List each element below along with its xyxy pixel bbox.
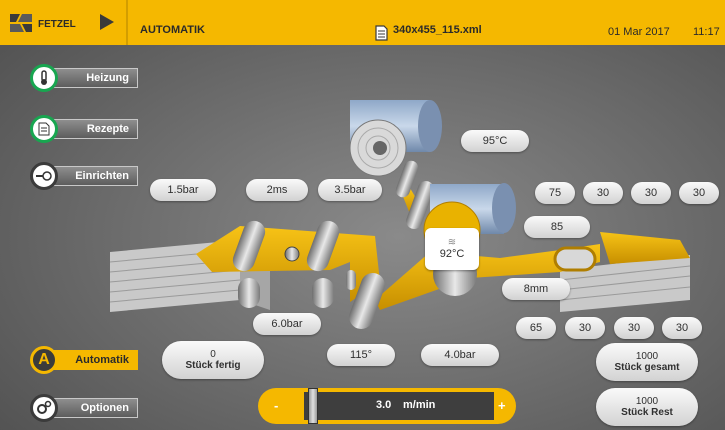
- setting-top-4[interactable]: 30: [679, 182, 719, 204]
- heat-wave-icon: ≋: [447, 237, 457, 248]
- counter-gesamt-value: 1000: [635, 351, 659, 362]
- roller-temperature: 92°C: [439, 248, 465, 260]
- speed-decrease-button[interactable]: -: [274, 398, 278, 413]
- time-1[interactable]: 2ms: [246, 179, 308, 201]
- pressure-2[interactable]: 3.5bar: [318, 179, 382, 201]
- speed-value: 3.0: [376, 399, 392, 411]
- optionen-button[interactable]: Optionen: [26, 394, 138, 422]
- counter-rest-label: Stück Rest: [621, 407, 673, 418]
- setting-bottom-3[interactable]: 30: [614, 317, 654, 339]
- einrichten-label: Einrichten: [48, 166, 138, 186]
- thermometer-icon: [30, 64, 58, 92]
- rezepte-label: Rezepte: [48, 119, 138, 139]
- rezepte-button[interactable]: Rezepte: [26, 115, 138, 143]
- einrichten-button[interactable]: Einrichten: [26, 162, 138, 190]
- setting-bottom-2[interactable]: 30: [565, 317, 605, 339]
- pressure-1[interactable]: 1.5bar: [150, 179, 216, 201]
- automatik-label: Automatik: [48, 350, 138, 370]
- counter-gesamt-label: Stück gesamt: [614, 362, 680, 373]
- angle[interactable]: 115°: [327, 344, 395, 366]
- speed-control: - 3.0 m/min +: [258, 388, 516, 424]
- speed-unit: m/min: [403, 399, 436, 411]
- counter-gesamt[interactable]: 1000 Stück gesamt: [596, 343, 698, 381]
- counter-fertig-value: 0: [210, 349, 216, 360]
- counter-fertig-label: Stück fertig: [185, 360, 241, 371]
- counter-rest-value: 1000: [635, 396, 659, 407]
- material-coil: [349, 100, 442, 177]
- setting-top-3[interactable]: 30: [631, 182, 671, 204]
- gears-icon: [30, 394, 58, 422]
- setting-bottom-1[interactable]: 65: [516, 317, 556, 339]
- setting-top-1[interactable]: 75: [535, 182, 575, 204]
- optionen-label: Optionen: [48, 398, 138, 418]
- setting-85[interactable]: 85: [524, 216, 590, 238]
- gap-width[interactable]: 8mm: [502, 278, 570, 300]
- automatik-icon: A: [30, 346, 58, 374]
- counter-rest[interactable]: 1000 Stück Rest: [596, 388, 698, 426]
- setup-icon: [30, 162, 58, 190]
- speed-slider-thumb[interactable]: [308, 388, 318, 424]
- roller-temperature-badge[interactable]: ≋ 92°C: [425, 228, 479, 270]
- automatik-button[interactable]: Automatik A: [26, 346, 138, 374]
- recipe-document-icon: [30, 115, 58, 143]
- speed-increase-button[interactable]: +: [498, 398, 506, 413]
- speed-slider-track[interactable]: [304, 392, 494, 420]
- pressure-3[interactable]: 6.0bar: [253, 313, 321, 335]
- coil-temperature[interactable]: 95°C: [461, 130, 529, 152]
- setting-top-2[interactable]: 30: [583, 182, 623, 204]
- counter-fertig[interactable]: 0 Stück fertig: [162, 341, 264, 379]
- heizung-label: Heizung: [48, 68, 138, 88]
- pressure-4[interactable]: 4.0bar: [421, 344, 499, 366]
- heizung-button[interactable]: Heizung: [26, 64, 138, 92]
- setting-bottom-4[interactable]: 30: [662, 317, 702, 339]
- automatik-icon-letter: A: [38, 351, 50, 368]
- exit-roller: [553, 246, 597, 272]
